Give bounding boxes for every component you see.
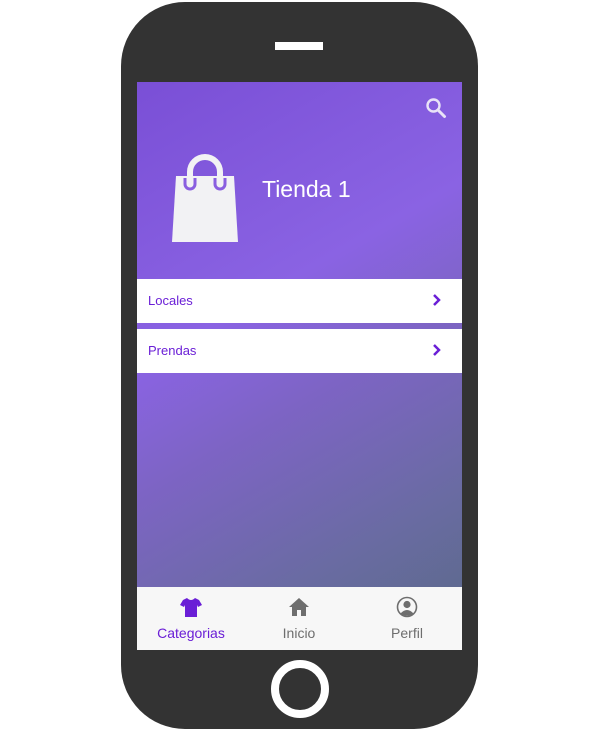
search-button[interactable]	[424, 96, 448, 120]
phone-frame: Tienda 1 Locales Prendas Categorias Inic…	[121, 2, 478, 729]
shirt-icon	[180, 598, 202, 617]
search-icon	[426, 98, 446, 118]
user-icon	[396, 596, 418, 618]
app-screen: Tienda 1 Locales Prendas Categorias Inic…	[137, 82, 462, 650]
menu-item-label: Locales	[148, 293, 193, 308]
store-name: Tienda 1	[262, 176, 351, 202]
tab-label: Inicio	[282, 625, 316, 641]
bottom-tab-bar: Categorias Inicio Perfil	[137, 587, 462, 650]
tab-categorias[interactable]: Categorias	[137, 587, 245, 650]
chevron-right-icon	[433, 294, 441, 306]
phone-speaker	[275, 42, 323, 50]
chevron-right-icon	[433, 344, 441, 356]
menu-item-label: Prendas	[148, 343, 197, 358]
home-button[interactable]	[271, 660, 329, 718]
tab-label: Perfil	[391, 625, 423, 641]
store-header: Tienda 1	[137, 82, 462, 279]
tab-inicio[interactable]: Inicio	[245, 587, 353, 650]
tab-perfil[interactable]: Perfil	[353, 587, 461, 650]
tab-label: Categorias	[157, 625, 225, 641]
home-icon	[289, 598, 309, 616]
menu-item-prendas[interactable]: Prendas	[137, 329, 462, 373]
menu-item-locales[interactable]: Locales	[137, 279, 462, 323]
shopping-bag-icon	[172, 154, 238, 242]
